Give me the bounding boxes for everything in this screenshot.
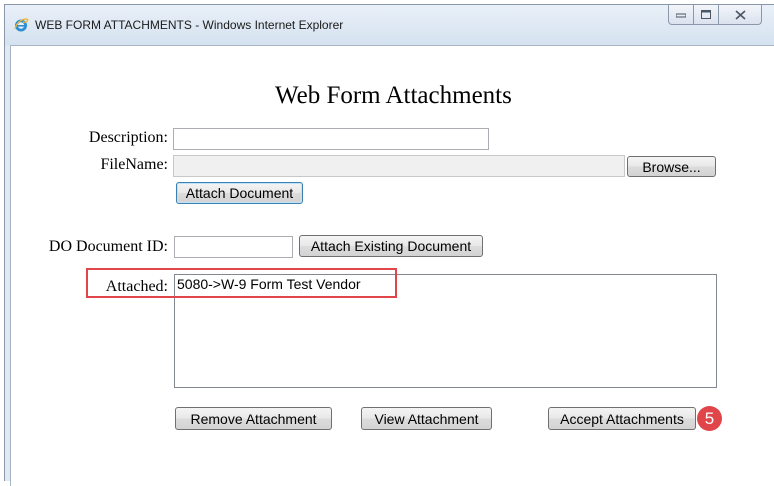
title-bar: WEB FORM ATTACHMENTS - Windows Internet … bbox=[5, 5, 774, 45]
view-attachment-button[interactable]: View Attachment bbox=[361, 407, 492, 430]
step-number-badge: 5 bbox=[697, 406, 722, 431]
window-controls bbox=[668, 5, 762, 27]
description-input[interactable] bbox=[173, 128, 489, 150]
window-title: WEB FORM ATTACHMENTS - Windows Internet … bbox=[35, 18, 344, 32]
description-label: Description: bbox=[88, 129, 168, 146]
filename-input[interactable] bbox=[173, 155, 625, 177]
remove-attachment-button[interactable]: Remove Attachment bbox=[175, 407, 332, 430]
minimize-button[interactable] bbox=[668, 5, 694, 25]
maximize-icon bbox=[701, 10, 711, 19]
close-button[interactable] bbox=[718, 5, 762, 25]
do-document-id-input[interactable] bbox=[174, 236, 293, 258]
attach-existing-document-button[interactable]: Attach Existing Document bbox=[299, 235, 483, 257]
filename-label: FileName: bbox=[100, 156, 168, 173]
accept-attachments-button[interactable]: Accept Attachments bbox=[548, 407, 696, 430]
close-icon bbox=[734, 9, 746, 20]
internet-explorer-icon bbox=[14, 18, 29, 32]
page-content: Web Form Attachments Description: FileNa… bbox=[10, 45, 774, 486]
attach-document-button[interactable]: Attach Document bbox=[176, 182, 303, 204]
maximize-button[interactable] bbox=[693, 5, 719, 25]
minimize-icon bbox=[676, 13, 686, 17]
page-title: Web Form Attachments bbox=[275, 82, 512, 109]
browser-window: WEB FORM ATTACHMENTS - Windows Internet … bbox=[4, 4, 774, 486]
browse-button[interactable]: Browse... bbox=[627, 156, 716, 177]
highlight-box bbox=[86, 268, 397, 298]
do-document-id-label: DO Document ID: bbox=[48, 238, 168, 255]
